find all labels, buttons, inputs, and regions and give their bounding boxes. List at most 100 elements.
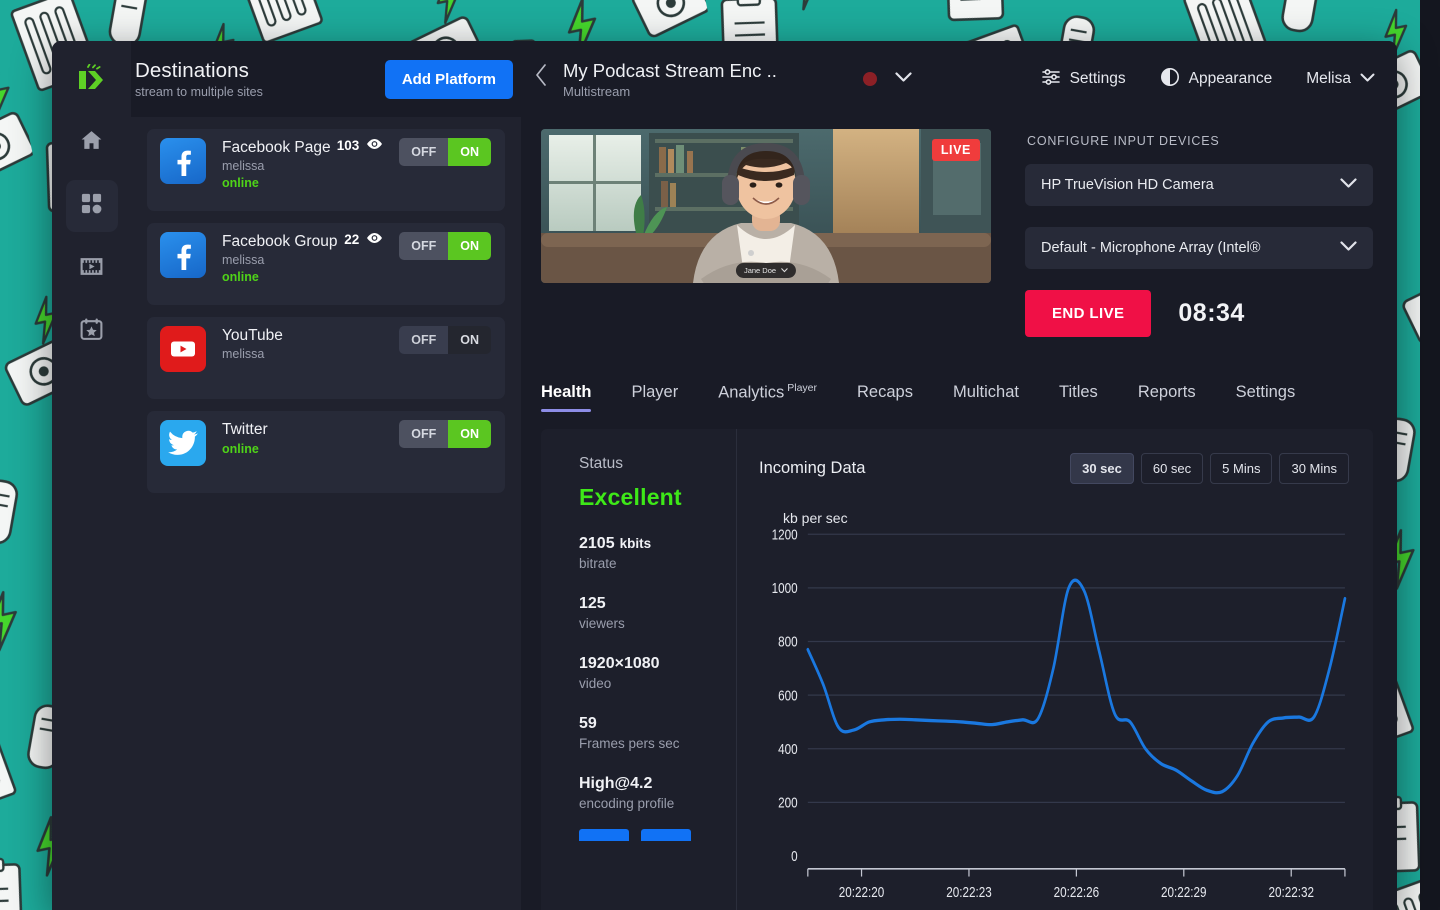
chevron-left-icon[interactable] — [521, 64, 563, 94]
stat-value: 59 — [579, 715, 597, 732]
main-column: Destinations stream to multiple sites Ad… — [78, 41, 1397, 910]
range-5-mins[interactable]: 5 Mins — [1210, 453, 1273, 484]
destinations-header: Destinations stream to multiple sites Ad… — [131, 59, 521, 99]
toggle-off-label[interactable]: OFF — [399, 420, 449, 448]
svg-text:1200: 1200 — [772, 526, 798, 543]
stream-title-block[interactable]: My Podcast Stream Enc .. Multistream — [563, 60, 777, 99]
stream-type: Multistream — [563, 83, 631, 99]
tab-label: Health — [541, 383, 592, 401]
range-60-sec[interactable]: 60 sec — [1140, 453, 1204, 484]
viewer-count-value: 22 — [344, 232, 360, 247]
tab-titles[interactable]: Titles — [1059, 383, 1098, 412]
live-controls-row: END LIVE 08:34 — [1025, 290, 1373, 337]
tab-settings[interactable]: Settings — [1236, 383, 1296, 412]
svg-text:800: 800 — [778, 633, 798, 650]
tab-label: Titles — [1059, 383, 1098, 401]
user-menu[interactable]: Melisa — [1306, 70, 1375, 88]
configure-input-devices-label: CONFIGURE INPUT DEVICES — [1027, 134, 1220, 148]
sidebar-item-home[interactable] — [66, 117, 118, 169]
eye-icon — [366, 232, 383, 247]
tab-reports[interactable]: Reports — [1138, 383, 1196, 412]
appearance-button[interactable]: Appearance — [1160, 67, 1272, 92]
sidebar-item-dashboard[interactable] — [65, 180, 118, 232]
calendar-star-icon — [79, 317, 104, 347]
chart-title: Incoming Data — [759, 459, 866, 477]
end-live-button[interactable]: END LIVE — [1025, 290, 1152, 337]
tab-superscript: Player — [787, 381, 818, 394]
toggle-on-label[interactable]: ON — [448, 420, 491, 448]
svg-text:0: 0 — [791, 848, 798, 865]
tab-analytics[interactable]: Analytics Player — [718, 382, 817, 413]
destination-username: melissa — [222, 159, 265, 173]
chevron-down-icon — [1360, 70, 1375, 88]
health-panel: Status Excellent 2105 kbits bitrate 125 v… — [541, 429, 1373, 910]
input-devices-panel: CONFIGURE INPUT DEVICES HP TrueVision HD… — [991, 129, 1373, 337]
tab-player[interactable]: Player — [631, 383, 678, 412]
recording-indicator-dot — [862, 72, 877, 86]
svg-text:20:22:20: 20:22:20 — [839, 884, 885, 901]
tab-health[interactable]: Health — [541, 383, 592, 412]
status-action-buttons — [579, 829, 736, 841]
status-action-button-2[interactable] — [641, 829, 691, 841]
destination-card-youtube[interactable]: YouTube melissa OFF ON — [147, 317, 505, 399]
status-value: Excellent — [579, 484, 682, 510]
toggle-on-label[interactable]: ON — [448, 326, 491, 354]
destination-card-twitter[interactable]: Twitter online OFF ON — [147, 411, 505, 493]
chart-x-ticks: 20:22:20 20:22:23 20:22:26 20:22:29 20:22:32 — [839, 884, 1314, 901]
stat-key: Frames pers sec — [579, 736, 680, 751]
sidebar-item-events[interactable] — [66, 306, 118, 358]
toggle-off-label[interactable]: OFF — [399, 138, 449, 166]
toggle-off-label[interactable]: OFF — [399, 326, 449, 354]
stat-value: 2105 — [579, 535, 615, 552]
add-platform-button[interactable]: Add Platform — [384, 59, 513, 99]
destination-toggle[interactable]: OFF ON — [399, 420, 491, 448]
microphone-select[interactable]: Default - Microphone Array (Intel® — [1025, 227, 1373, 269]
sidebar-item-videos[interactable] — [66, 243, 118, 295]
camera-select[interactable]: HP TrueVision HD Camera — [1025, 164, 1373, 206]
video-preview[interactable]: LIVE Jane Doe — [541, 129, 991, 283]
body-split: Facebook Page melissa online 103 OFF ON … — [131, 117, 1397, 910]
destination-username: melissa — [222, 253, 265, 267]
film-icon — [79, 254, 104, 284]
destination-status: online — [222, 270, 259, 284]
user-name: Melisa — [1306, 70, 1351, 87]
page-subtitle: stream to multiple sites — [135, 85, 263, 99]
destination-name: Twitter — [222, 421, 268, 438]
page-title: Destinations — [135, 59, 250, 82]
stat-key: encoding profile — [579, 796, 675, 811]
tab-label: Recaps — [857, 383, 913, 401]
toggle-on-label[interactable]: ON — [448, 138, 491, 166]
settings-button[interactable]: Settings — [1041, 67, 1126, 92]
stat-unit: kbits — [619, 536, 652, 551]
range-30-mins[interactable]: 30 Mins — [1279, 453, 1349, 484]
range-30-sec[interactable]: 30 sec — [1070, 453, 1134, 484]
chevron-down-icon[interactable] — [895, 70, 912, 88]
microphone-select-value: Default - Microphone Array (Intel® — [1041, 240, 1261, 256]
stat-fps: 59 Frames pers sec — [579, 715, 736, 751]
video-frame-image — [541, 129, 991, 283]
stat-video: 1920×1080 video — [579, 655, 736, 691]
destination-name: Facebook Page — [222, 139, 331, 156]
status-action-button-1[interactable] — [579, 829, 629, 841]
toggle-off-label[interactable]: OFF — [399, 232, 449, 260]
destination-toggle[interactable]: OFF ON — [399, 138, 491, 166]
destination-card-facebook-page[interactable]: Facebook Page melissa online 103 OFF ON — [147, 129, 505, 211]
content-top-row: LIVE Jane Doe CONFIGURE INPUT DEVICES HP… — [521, 129, 1397, 337]
stat-value: 1920×1080 — [579, 655, 660, 672]
toggle-on-label[interactable]: ON — [448, 232, 491, 260]
stat-key: bitrate — [579, 556, 617, 571]
restream-logo-icon[interactable] — [52, 64, 131, 94]
svg-text:20:22:32: 20:22:32 — [1268, 884, 1314, 901]
facebook-icon — [160, 232, 206, 278]
destination-toggle[interactable]: OFF ON — [399, 232, 491, 260]
tab-recaps[interactable]: Recaps — [857, 383, 913, 412]
video-name-tag[interactable]: Jane Doe — [735, 263, 797, 278]
chart-plot-area: 0 200 400 600 800 1000 1200 20:22:20 20:22:23 20… — [759, 524, 1349, 910]
tab-multichat[interactable]: Multichat — [953, 383, 1019, 412]
tab-label: Multichat — [952, 383, 1019, 401]
chart-x-axis — [807, 868, 1346, 877]
destination-toggle[interactable]: OFF ON — [399, 326, 491, 354]
svg-text:400: 400 — [778, 741, 798, 758]
destination-card-facebook-group[interactable]: Facebook Group melissa online 22 OFF ON — [147, 223, 505, 305]
chevron-down-icon — [1340, 240, 1357, 256]
